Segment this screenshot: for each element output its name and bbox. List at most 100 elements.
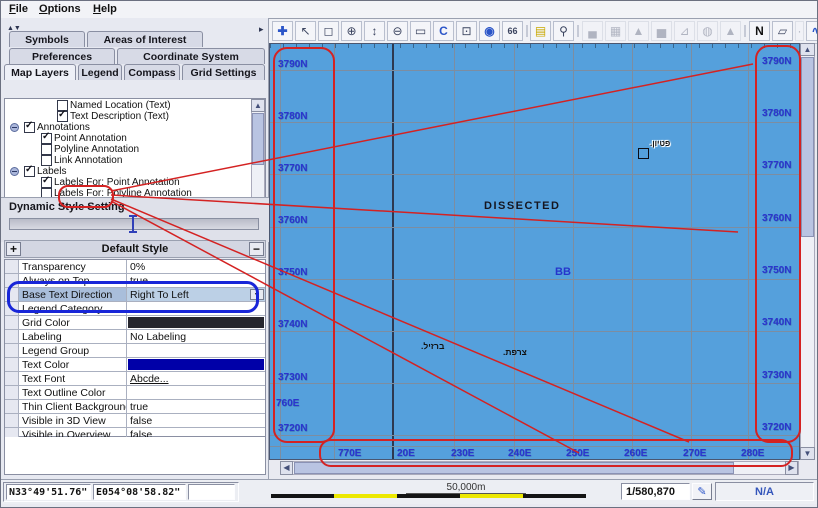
zoom-window-icon[interactable]: ▭ [410, 21, 431, 41]
table-row[interactable]: Text Outline Color [5, 386, 265, 400]
grid-line [270, 279, 799, 280]
table-row[interactable]: Thin Client Background true [5, 400, 265, 414]
find-icon[interactable]: 66 [502, 21, 523, 41]
scroll-left-icon[interactable]: ◀ [280, 461, 293, 475]
checkbox[interactable]: ✓ [24, 122, 35, 133]
text-color-swatch[interactable] [128, 359, 264, 370]
zoom-out-icon[interactable]: ⊖ [387, 21, 408, 41]
tree-item[interactable]: Polyline Annotation [5, 144, 265, 155]
remove-style-button[interactable]: − [249, 242, 264, 256]
tree-item[interactable]: Link Annotation [5, 155, 265, 166]
grid-line [270, 331, 799, 332]
property-value[interactable] [127, 386, 265, 399]
checkbox[interactable]: ✓ [57, 111, 68, 122]
map-vscrollbar-thumb[interactable] [801, 57, 814, 237]
terrain-layer-icon: ▲ [628, 21, 649, 41]
map-viewport[interactable]: 3790N 3780N 3770N 3760N 3750N 3740N 3730… [269, 43, 800, 460]
table-row[interactable]: Grid Color [5, 316, 265, 330]
select-tool-icon[interactable]: ↖ [295, 21, 316, 41]
property-value[interactable]: false [127, 414, 265, 427]
search-person-icon[interactable]: ⚲ [553, 21, 574, 41]
scroll-up-icon[interactable]: ▲ [800, 43, 815, 56]
tab-coordinate-system[interactable]: Coordinate System [117, 48, 265, 64]
ruler-icon[interactable]: ▤ [530, 21, 551, 41]
property-value[interactable]: true [127, 274, 265, 287]
table-row[interactable]: Transparency 0% [5, 260, 265, 274]
text-font-preview[interactable]: Abcde... [127, 372, 265, 385]
zoom-area-icon[interactable]: ◻ [318, 21, 339, 41]
zoom-in-icon[interactable]: ⊕ [341, 21, 362, 41]
property-value[interactable]: No Labeling [127, 330, 265, 343]
property-value[interactable] [127, 302, 265, 315]
grid-line [334, 44, 335, 459]
table-row[interactable]: Text Color [5, 358, 265, 372]
property-value[interactable]: true [127, 400, 265, 413]
checkbox[interactable] [41, 155, 52, 166]
refresh-icon[interactable]: C [433, 21, 454, 41]
menu-options[interactable]: Options [35, 2, 85, 16]
tree-item[interactable]: Named Location (Text) [5, 100, 265, 111]
property-value[interactable] [127, 344, 265, 357]
tab-legend[interactable]: Legend [78, 64, 122, 80]
scale-ratio-field[interactable]: 1/580,870 [621, 483, 690, 500]
row-gutter [5, 344, 19, 357]
menu-file[interactable]: File [5, 2, 32, 16]
scroll-right-icon[interactable]: ▶ [785, 461, 798, 475]
tab-symbols[interactable]: Symbols [9, 31, 85, 47]
dot-tool-icon: · [795, 21, 804, 41]
tree-scrollbar-thumb[interactable] [252, 113, 264, 165]
table-row[interactable]: Text Font Abcde... [5, 372, 265, 386]
grid-color-cell[interactable] [127, 316, 265, 329]
checkbox[interactable]: ✓ [24, 166, 35, 177]
latitude-field[interactable]: N33°49'51.76" [6, 484, 91, 500]
table-row[interactable]: Always on Top true [5, 274, 265, 288]
base-text-direction-combo[interactable]: Right To Left ▼ [127, 288, 265, 301]
table-row[interactable]: Legend Category [5, 302, 265, 316]
table-row-base-text-direction[interactable]: Base Text Direction Right To Left ▼ [5, 288, 265, 302]
tab-compass[interactable]: Compass [124, 64, 180, 80]
text-color-cell[interactable] [127, 358, 265, 371]
grid-line [270, 446, 799, 447]
map-hscrollbar-thumb[interactable] [294, 462, 734, 474]
northing-label: 3740N [278, 319, 307, 330]
tab-map-layers[interactable]: Map Layers [4, 64, 76, 80]
scroll-down-icon[interactable]: ▼ [800, 447, 815, 460]
longitude-field[interactable]: E054°08'58.82" [93, 484, 186, 500]
tree-item[interactable]: ✓ Point Annotation [5, 133, 265, 144]
center-target-icon[interactable]: ◉ [479, 21, 500, 41]
polygon-tool-icon[interactable]: ▱ [772, 21, 793, 41]
map-label-dissected: DISSECTED [484, 200, 560, 212]
property-name: Text Color [19, 358, 127, 371]
toolbar-overflow-icon[interactable]: ▸ [259, 26, 264, 33]
zoom-extent-icon[interactable]: ↕ [364, 21, 385, 41]
application-window: File Options Help ▲ ▼ Symbols Areas of In… [0, 0, 818, 508]
checkbox[interactable] [41, 144, 52, 155]
pan-tool-icon[interactable]: ✚ [272, 21, 293, 41]
tree-expand-handle-icon[interactable] [10, 123, 19, 132]
grid-color-swatch[interactable] [128, 317, 264, 328]
checkbox[interactable]: ✓ [41, 177, 52, 188]
tab-grid-settings[interactable]: Grid Settings [182, 64, 265, 80]
property-value[interactable]: 0% [127, 260, 265, 273]
zoom-selection-icon[interactable]: ⊡ [456, 21, 477, 41]
tab-areas-of-interest[interactable]: Areas of Interest [87, 31, 203, 47]
checkbox[interactable]: ✓ [41, 133, 52, 144]
table-row[interactable]: Legend Group [5, 344, 265, 358]
table-row[interactable]: Labeling No Labeling [5, 330, 265, 344]
chevron-down-icon[interactable]: ▼ [250, 289, 264, 300]
tree-item[interactable]: ✓ Text Description (Text) [5, 111, 265, 122]
polyline-tool-icon[interactable]: ∿ [806, 21, 818, 41]
north-label-icon[interactable]: N [749, 21, 770, 41]
tab-preferences[interactable]: Preferences [9, 48, 115, 64]
tree-expand-handle-icon[interactable] [10, 167, 19, 176]
scroll-up-icon[interactable]: ▲ [251, 99, 265, 112]
table-row[interactable]: Visible in 3D View false [5, 414, 265, 428]
extra-coordinate-field[interactable] [188, 484, 235, 500]
edit-scale-icon[interactable]: ✎ [692, 483, 712, 500]
menu-help[interactable]: Help [89, 2, 121, 16]
style-slider[interactable] [9, 218, 259, 230]
tree-item[interactable]: ✓ Labels For: Point Annotation [5, 177, 265, 188]
property-name: Grid Color [19, 316, 127, 329]
grid-line [270, 227, 799, 228]
property-name: Base Text Direction [19, 288, 127, 301]
